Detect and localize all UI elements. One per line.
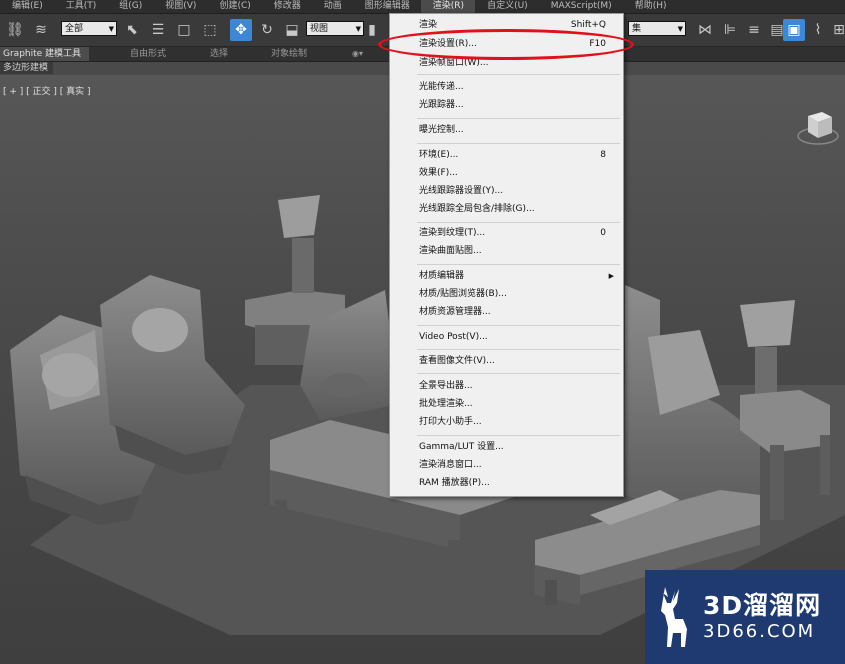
menu-views[interactable]: 视图(V) [153, 0, 207, 13]
named-selection-value: 集 [632, 24, 642, 34]
curve-editor-icon[interactable]: ⌇ [807, 19, 829, 41]
rotate-icon[interactable]: ↻ [256, 19, 278, 41]
armchair-left-back [100, 275, 245, 475]
menu-item-raytrace-include-exclude[interactable]: 光线跟踪全局包含/排除(G)... [390, 201, 623, 217]
annotation-highlight-ring [378, 29, 634, 60]
menu-item-panorama-exporter[interactable]: 全景导出器... [390, 378, 623, 394]
mirror-icon[interactable]: ⋈ [694, 19, 716, 41]
submenu-arrow-icon: ▶ [608, 272, 614, 280]
watermark-url: 3D66.COM [703, 621, 816, 642]
named-selection-dropdown[interactable]: 集 ▼ [628, 21, 686, 36]
tab-selection[interactable]: 选择 [210, 47, 228, 61]
select-object-icon[interactable]: ⬉ [121, 19, 143, 41]
menu-separator [417, 118, 620, 119]
ribbon-options-icon[interactable]: ◉▾ [352, 47, 363, 61]
select-by-name-icon[interactable]: ☰ [147, 19, 169, 41]
selection-filter-dropdown[interactable]: 全部 ▼ [61, 21, 117, 36]
reference-coord-value: 视图 [310, 24, 329, 34]
menu-create[interactable]: 创建(C) [207, 0, 261, 13]
chevron-down-icon: ▼ [677, 25, 683, 33]
menu-item-render-to-texture[interactable]: 渲染到纹理(T)... 0 [390, 225, 623, 241]
menu-help[interactable]: 帮助(H) [623, 0, 678, 13]
menu-customize[interactable]: 自定义(U) [475, 0, 539, 13]
menu-group[interactable]: 组(G) [107, 0, 153, 13]
menu-separator [417, 325, 620, 326]
menu-modifiers[interactable]: 修改器 [262, 0, 312, 13]
menu-separator [417, 349, 620, 350]
menu-item-gamma-lut[interactable]: Gamma/LUT 设置... [390, 439, 623, 455]
menu-separator [417, 373, 620, 374]
tab-object-paint[interactable]: 对象绘制 [271, 47, 307, 61]
menu-item-batch-render[interactable]: 批处理渲染... [390, 396, 623, 412]
menu-graph-editors[interactable]: 图形编辑器 [353, 0, 421, 13]
menu-rendering[interactable]: 渲染(R) [420, 0, 476, 13]
scale-icon[interactable]: ⬓ [281, 19, 303, 41]
chevron-down-icon: ▼ [108, 25, 114, 33]
move-icon[interactable]: ✥ [230, 19, 252, 41]
schematic-view-icon[interactable]: ⊞ [828, 19, 845, 41]
rect-selection-icon[interactable]: □ [173, 19, 195, 41]
link-icon[interactable]: ⛓ [4, 19, 26, 41]
menu-item-exposure-control[interactable]: 曝光控制... [390, 122, 623, 138]
menu-item-video-post[interactable]: Video Post(V)... [390, 329, 623, 345]
bind-spacewarp-icon[interactable]: ≋ [30, 19, 52, 41]
menu-animation[interactable]: 动画 [312, 0, 353, 13]
window-crossing-icon[interactable]: ⬚ [199, 19, 221, 41]
menu-separator [417, 74, 620, 75]
menu-separator [417, 264, 620, 265]
menu-item-view-image-file[interactable]: 查看图像文件(V)... [390, 353, 623, 369]
chevron-down-icon: ▼ [355, 25, 361, 33]
menu-item-ram-player[interactable]: RAM 播放器(P)... [390, 475, 623, 491]
pivot-icon[interactable]: ▮ [366, 19, 378, 41]
menu-separator [417, 222, 620, 223]
menu-item-material-explorer[interactable]: 材质资源管理器... [390, 304, 623, 320]
reference-coord-dropdown[interactable]: 视图 ▼ [306, 21, 364, 36]
menu-item-light-tracer[interactable]: 光跟踪器... [390, 97, 623, 113]
layer-manager-icon[interactable]: ≡ [743, 19, 765, 41]
menu-item-render-surface-map[interactable]: 渲染曲面贴图... [390, 243, 623, 259]
ribbon-sublabel: 多边形建模 [0, 62, 54, 74]
tab-graphite-modeling[interactable]: Graphite 建模工具 [0, 47, 90, 61]
menu-item-environment[interactable]: 环境(E)... 8 [390, 147, 623, 163]
menu-separator [417, 435, 620, 436]
menu-edit[interactable]: 编辑(E) [0, 0, 54, 13]
menu-separator [417, 143, 620, 144]
deer-icon [661, 587, 687, 647]
watermark-title: 3D溜溜网 [703, 591, 822, 620]
menu-item-material-browser[interactable]: 材质/贴图浏览器(B)... [390, 286, 623, 302]
menu-item-print-size-assistant[interactable]: 打印大小助手... [390, 414, 623, 430]
menu-item-render-message-window[interactable]: 渲染消息窗口... [390, 457, 623, 473]
menu-item-raytracer-settings[interactable]: 光线跟踪器设置(Y)... [390, 183, 623, 199]
menu-item-effects[interactable]: 效果(F)... [390, 165, 623, 181]
menubar: 编辑(E) 工具(T) 组(G) 视图(V) 创建(C) 修改器 动画 图形编辑… [0, 0, 845, 14]
scene-explorer-icon[interactable]: ▣ [783, 19, 805, 41]
viewcube-icon[interactable] [796, 106, 840, 148]
selection-filter-value: 全部 [65, 24, 84, 34]
menu-maxscript[interactable]: MAXScript(M) [539, 0, 623, 13]
align-icon[interactable]: ⊫ [719, 19, 741, 41]
menu-tools[interactable]: 工具(T) [54, 0, 108, 13]
menu-item-radiosity[interactable]: 光能传递... [390, 79, 623, 95]
tab-freeform[interactable]: 自由形式 [130, 47, 166, 61]
menu-item-material-editor[interactable]: 材质编辑器 ▶ [390, 268, 623, 284]
watermark-logo: 3D溜溜网 3D66.COM [645, 570, 845, 664]
render-menu-dropdown: 渲染 Shift+Q 渲染设置(R)... F10 渲染帧窗口(W)... 光能… [389, 13, 624, 497]
